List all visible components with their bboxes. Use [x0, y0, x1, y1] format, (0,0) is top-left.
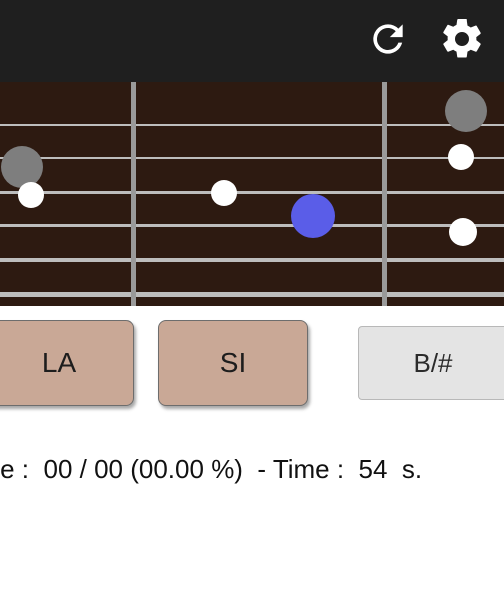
gear-icon[interactable] [438, 15, 486, 68]
fretboard-dot [291, 194, 335, 238]
fretboard-dot [18, 182, 44, 208]
score-label: core : [0, 454, 29, 484]
topbar [0, 0, 504, 82]
score-correct: 00 [43, 454, 72, 484]
fretboard-dot [1, 146, 43, 188]
refresh-icon[interactable] [366, 17, 410, 66]
fretboard[interactable] [0, 82, 504, 306]
score-percent: 00.00 [139, 454, 204, 484]
score-total: 00 [94, 454, 123, 484]
time-label: Time : [273, 454, 344, 484]
fretboard-dot [448, 144, 474, 170]
status-line: core : 00 / 00 (00.00 %) - Time : 54 s. [0, 420, 504, 485]
string [0, 191, 504, 194]
fret [382, 82, 387, 306]
fretboard-dot [445, 90, 487, 132]
notation-toggle-button[interactable]: B/# [358, 326, 504, 400]
string [0, 124, 504, 126]
string [0, 292, 504, 297]
string [0, 157, 504, 159]
time-value: 54 [359, 454, 388, 484]
time-unit: s. [402, 454, 422, 484]
answer-buttons-row: LA SI B/# [0, 306, 504, 420]
note-button-1[interactable]: LA [0, 320, 134, 406]
app-root: LA SI B/# core : 00 / 00 (00.00 %) - Tim… [0, 0, 504, 607]
fretboard-dot [211, 180, 237, 206]
string [0, 258, 504, 262]
fret [131, 82, 136, 306]
note-button-2[interactable]: SI [158, 320, 308, 406]
string [0, 224, 504, 227]
fretboard-dot [449, 218, 477, 246]
